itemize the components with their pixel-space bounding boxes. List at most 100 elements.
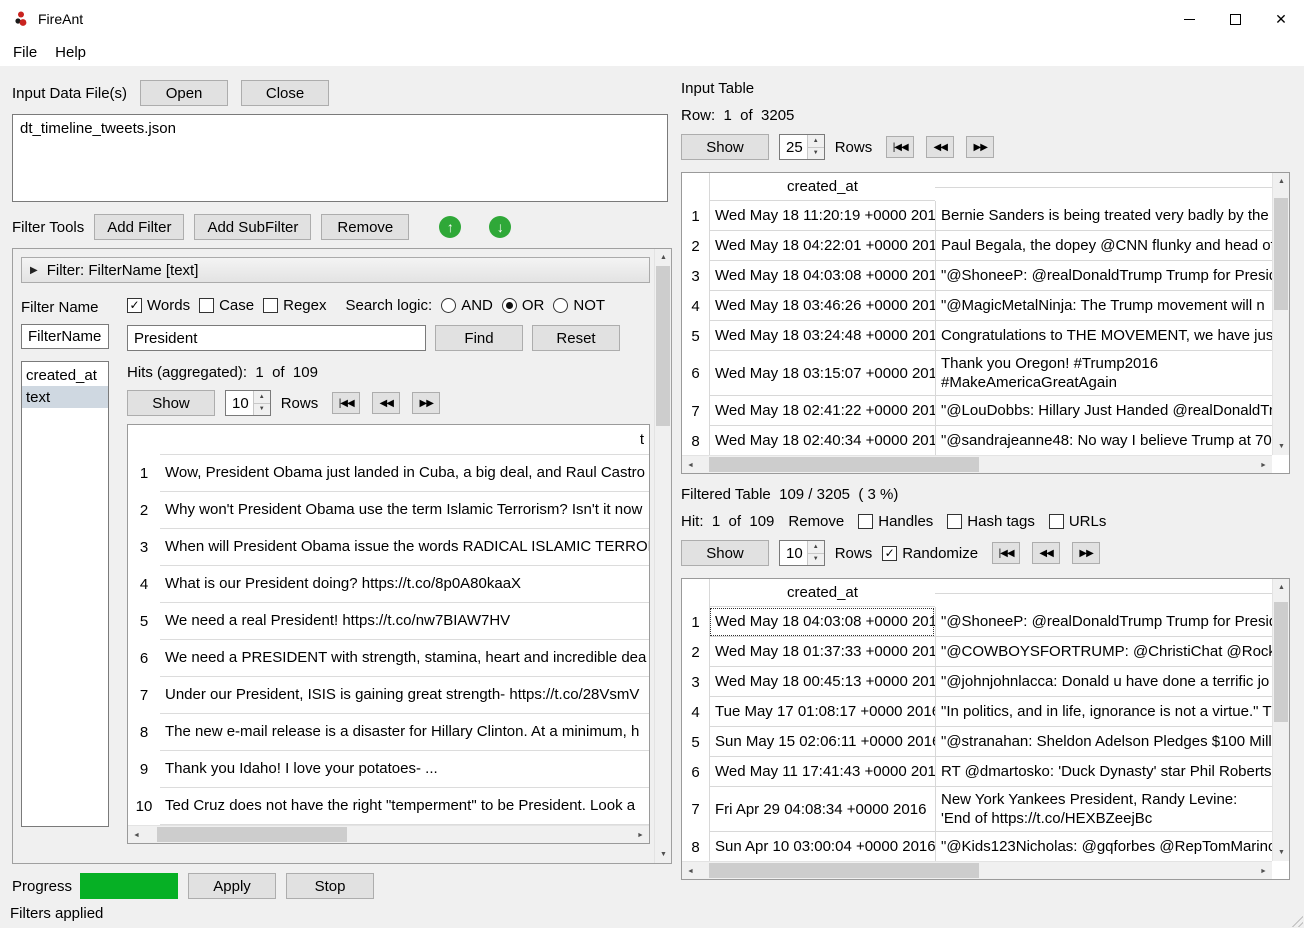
filter-show-button[interactable]: Show <box>127 390 215 416</box>
remove-filter-button[interactable]: Remove <box>321 214 409 240</box>
cell-text[interactable]: "@stranahan: Sheldon Adelson Pledges $10… <box>935 727 1272 757</box>
cell-text[interactable]: "@johnjohnlacca: Donald u have done a te… <box>935 667 1272 697</box>
cell-text[interactable]: "@ShoneeP: @realDonaldTrump Trump for Pr… <box>935 261 1272 291</box>
filter-collapse-header[interactable]: ▶ Filter: FilterName [text] <box>21 257 650 283</box>
and-radio[interactable]: AND <box>441 297 493 314</box>
close-button[interactable]: ✕ <box>1258 0 1304 38</box>
move-filter-down-button[interactable]: ↓ <box>489 216 511 238</box>
table-row[interactable]: 1Wed May 18 04:03:08 +0000 2016"@ShoneeP… <box>682 607 1272 637</box>
cell-text[interactable]: Congratulations to THE MOVEMENT, we have… <box>935 321 1272 351</box>
vertical-scrollbar[interactable]: ▲ ▼ <box>1272 579 1289 861</box>
cell-text[interactable]: "@LouDobbs: Hillary Just Handed @realDon… <box>935 396 1272 426</box>
cell-text[interactable]: Under our President, ISIS is gaining gre… <box>160 677 649 714</box>
spin-down-icon[interactable]: ▼ <box>808 148 824 160</box>
cell-text[interactable]: Thank you Oregon! #Trump2016 #MakeAmeric… <box>935 351 1272 396</box>
next-page-button[interactable]: ▶▶ <box>412 392 440 414</box>
row-number[interactable]: 1 <box>682 614 709 631</box>
cell-text[interactable]: "In politics, and in life, ignorance is … <box>935 697 1272 727</box>
spin-down-icon[interactable]: ▼ <box>254 404 270 416</box>
filtered-table-rows-stepper[interactable]: 10 ▲ ▼ <box>779 540 825 566</box>
row-number[interactable]: 2 <box>128 502 160 519</box>
menu-file[interactable]: File <box>4 40 46 65</box>
scrollbar-thumb[interactable] <box>157 827 347 842</box>
minimize-button[interactable] <box>1166 0 1212 38</box>
horizontal-scrollbar[interactable]: ◄ ► <box>682 455 1272 473</box>
maximize-button[interactable] <box>1212 0 1258 38</box>
prev-page-button[interactable]: ◀◀ <box>926 136 954 158</box>
horizontal-scrollbar[interactable]: ◄ ► <box>128 825 649 843</box>
row-number[interactable]: 4 <box>682 704 709 721</box>
row-number[interactable]: 4 <box>128 576 160 593</box>
handles-checkbox[interactable]: Handles <box>858 513 933 530</box>
row-number[interactable]: 7 <box>128 687 160 704</box>
scroll-up-icon[interactable]: ▲ <box>655 249 672 266</box>
scrollbar-thumb[interactable] <box>709 863 979 878</box>
row-number[interactable]: 3 <box>128 539 160 556</box>
created-at-column-header[interactable]: created_at <box>709 173 935 201</box>
table-row[interactable]: 3Wed May 18 04:03:08 +0000 2016"@ShoneeP… <box>682 261 1272 291</box>
hashtags-checkbox[interactable]: Hash tags <box>947 513 1035 530</box>
input-table-rows-stepper[interactable]: 25 ▲ ▼ <box>779 134 825 160</box>
cell-text[interactable]: Why won't President Obama use the term I… <box>160 492 649 529</box>
scroll-up-icon[interactable]: ▲ <box>1273 173 1290 190</box>
scroll-down-icon[interactable]: ▼ <box>655 846 672 863</box>
cell-text[interactable]: Bernie Sanders is being treated very bad… <box>935 201 1272 231</box>
cell-created-at[interactable]: Wed May 18 03:24:48 +0000 2016 <box>709 321 935 351</box>
result-row[interactable]: 3When will President Obama issue the wor… <box>128 529 649 566</box>
cell-created-at[interactable]: Wed May 18 11:20:19 +0000 2016 <box>709 201 935 231</box>
scrollbar-track[interactable] <box>145 826 632 843</box>
scroll-left-icon[interactable]: ◄ <box>682 862 699 880</box>
menu-help[interactable]: Help <box>46 40 95 65</box>
row-number[interactable]: 7 <box>682 801 709 818</box>
cell-created-at[interactable]: Wed May 18 02:40:34 +0000 2016 <box>709 426 935 455</box>
row-number[interactable]: 6 <box>682 764 709 781</box>
vertical-scrollbar[interactable]: ▲ ▼ <box>1272 173 1289 455</box>
table-row[interactable]: 4Wed May 18 03:46:26 +0000 2016"@MagicMe… <box>682 291 1272 321</box>
table-row[interactable]: 7Fri Apr 29 04:08:34 +0000 2016New York … <box>682 787 1272 832</box>
text-column-header[interactable] <box>935 593 1272 594</box>
row-number[interactable]: 4 <box>682 298 709 315</box>
input-table-show-button[interactable]: Show <box>681 134 769 160</box>
cell-text[interactable]: What is our President doing? https://t.c… <box>160 566 649 603</box>
row-number[interactable]: 2 <box>682 238 709 255</box>
resize-grip-icon[interactable] <box>1289 913 1303 927</box>
or-radio[interactable]: OR <box>502 297 545 314</box>
scroll-right-icon[interactable]: ► <box>1255 862 1272 880</box>
scrollbar-track[interactable] <box>1273 190 1289 438</box>
stop-button[interactable]: Stop <box>286 873 374 899</box>
scroll-down-icon[interactable]: ▼ <box>1273 844 1290 861</box>
cell-text[interactable]: "@sandrajeanne48: No way I believe Trump… <box>935 426 1272 455</box>
cell-created-at-selected[interactable]: Wed May 18 04:03:08 +0000 2016 <box>709 607 935 637</box>
row-number[interactable]: 2 <box>682 644 709 661</box>
spin-down-icon[interactable]: ▼ <box>808 554 824 566</box>
spin-up-icon[interactable]: ▲ <box>808 135 824 148</box>
case-checkbox[interactable]: Case <box>199 297 254 314</box>
scrollbar-track[interactable] <box>699 456 1255 473</box>
text-column-header[interactable] <box>935 187 1272 188</box>
row-number[interactable]: 8 <box>128 724 160 741</box>
cell-created-at[interactable]: Wed May 18 04:03:08 +0000 2016 <box>709 261 935 291</box>
cell-created-at[interactable]: Sun May 15 02:06:11 +0000 2016 <box>709 727 935 757</box>
spin-up-icon[interactable]: ▲ <box>808 541 824 554</box>
close-files-button[interactable]: Close <box>241 80 329 106</box>
cell-text[interactable]: Thank you Idaho! I love your potatoes- .… <box>160 751 649 788</box>
words-checkbox[interactable]: ✓ Words <box>127 297 190 314</box>
row-number[interactable]: 5 <box>682 328 709 345</box>
created-at-column-header[interactable]: created_at <box>709 579 935 607</box>
scroll-right-icon[interactable]: ► <box>1255 456 1272 474</box>
cell-text[interactable]: "@ShoneeP: @realDonaldTrump Trump for Pr… <box>935 607 1272 637</box>
cell-text[interactable]: Paul Begala, the dopey @CNN flunky and h… <box>935 231 1272 261</box>
cell-text[interactable]: We need a real President! https://t.co/n… <box>160 603 649 640</box>
result-row[interactable]: 8The new e-mail release is a disaster fo… <box>128 714 649 751</box>
table-row[interactable]: 2Wed May 18 04:22:01 +0000 2016Paul Bega… <box>682 231 1272 261</box>
table-row[interactable]: 8Sun Apr 10 03:00:04 +0000 2016"@Kids123… <box>682 832 1272 861</box>
horizontal-scrollbar[interactable]: ◄ ► <box>682 861 1272 879</box>
table-row[interactable]: 1Wed May 18 11:20:19 +0000 2016Bernie Sa… <box>682 201 1272 231</box>
urls-checkbox[interactable]: URLs <box>1049 513 1107 530</box>
table-row[interactable]: 3Wed May 18 00:45:13 +0000 2016"@johnjoh… <box>682 667 1272 697</box>
result-row[interactable]: 9Thank you Idaho! I love your potatoes- … <box>128 751 649 788</box>
result-row[interactable]: 10Ted Cruz does not have the right "temp… <box>128 788 649 825</box>
cell-created-at[interactable]: Wed May 18 02:41:22 +0000 2016 <box>709 396 935 426</box>
result-row[interactable]: 6We need a PRESIDENT with strength, stam… <box>128 640 649 677</box>
table-row[interactable]: 7Wed May 18 02:41:22 +0000 2016"@LouDobb… <box>682 396 1272 426</box>
